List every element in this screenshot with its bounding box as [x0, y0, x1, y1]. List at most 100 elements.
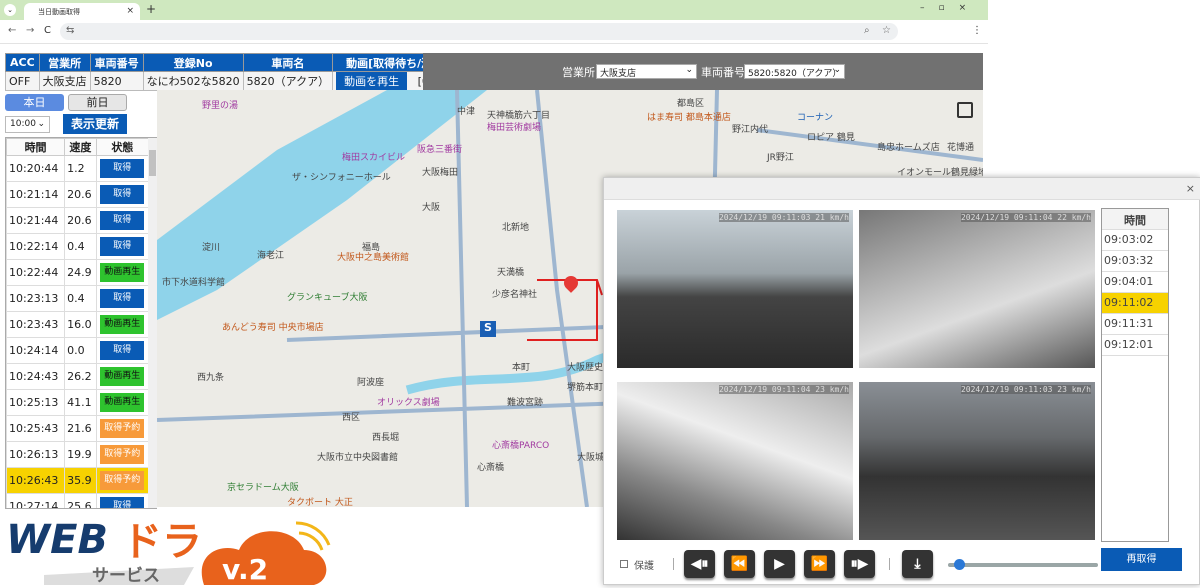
- row-status-cell: 動画再生: [95, 259, 150, 286]
- status-button[interactable]: 取得: [100, 211, 145, 230]
- filter-bar: 営業所 大阪支店 ⌄ 車両番号 5820:5820（アクア） ⌄: [423, 53, 983, 90]
- list-row[interactable]: 10:26:43 35.9 取得予約: [6, 467, 150, 494]
- fast-forward-button[interactable]: ⏩: [804, 550, 835, 578]
- browser-tab[interactable]: 当日動画取得 ×: [24, 3, 140, 20]
- seek-slider[interactable]: [948, 559, 1098, 570]
- site-info-icon[interactable]: ⇆: [66, 25, 74, 36]
- status-button[interactable]: 動画再生: [100, 393, 145, 412]
- new-tab-button[interactable]: +: [146, 2, 156, 16]
- browser-tab-bar: ⌄ 当日動画取得 × + –▫×: [0, 0, 988, 20]
- player-controls: 保護 ◀⏸ ⏪ ▶ ⏩ ⏸▶ ⤓: [618, 550, 1098, 580]
- time-select[interactable]: 10:00 ⌄: [5, 116, 50, 133]
- list-row[interactable]: 10:21:14 20.6 取得: [6, 181, 150, 208]
- prev-frame-button[interactable]: ◀⏸: [684, 550, 715, 578]
- address-bar[interactable]: ⇆ ⌕ ☆: [60, 23, 898, 40]
- row-status-cell: 取得予約: [95, 441, 150, 468]
- video-timestamp: 2024/12/19 09:11:03 21 km/h: [718, 213, 849, 222]
- video-timestamp: 2024/12/19 09:11:04 23 km/h: [718, 385, 849, 394]
- list-row[interactable]: 10:25:43 21.6 取得予約: [6, 415, 150, 442]
- row-speed: 41.1: [64, 389, 97, 416]
- download-button[interactable]: ⤓: [902, 550, 933, 578]
- status-button[interactable]: 取得: [100, 341, 145, 360]
- status-button[interactable]: 動画再生: [100, 315, 145, 334]
- map-label: 西長堀: [372, 433, 400, 443]
- zoom-icon[interactable]: ⌕: [864, 25, 870, 36]
- time-list-item[interactable]: 09:04:01: [1102, 272, 1168, 293]
- time-list-item[interactable]: 09:11:31: [1102, 314, 1168, 335]
- svg-text:ドラ: ドラ: [122, 519, 202, 565]
- bookmark-star-icon[interactable]: ☆: [882, 25, 891, 36]
- svg-text:サービス: サービス: [92, 566, 160, 585]
- map-label: 京セラドーム大阪: [227, 483, 299, 493]
- start-pin-icon[interactable]: S: [480, 321, 496, 337]
- status-button[interactable]: 取得予約: [100, 471, 145, 490]
- time-list-item[interactable]: 09:12:01: [1102, 335, 1168, 356]
- map-label: 都島区: [677, 99, 705, 109]
- row-status-cell: 取得予約: [95, 467, 150, 494]
- menu-icon[interactable]: ⋮: [972, 25, 982, 36]
- office-select[interactable]: 大阪支店 ⌄: [596, 64, 697, 79]
- status-button[interactable]: 取得: [100, 289, 145, 308]
- reload-icon[interactable]: C: [44, 25, 51, 36]
- tab-close-icon[interactable]: ×: [126, 6, 134, 16]
- row-speed: 0.4: [64, 285, 97, 312]
- list-row[interactable]: 10:27:14 25.6 取得: [6, 493, 150, 508]
- tab-search-button[interactable]: ⌄: [4, 4, 16, 16]
- row-status-cell: 取得: [95, 233, 150, 260]
- protect-checkbox[interactable]: [620, 560, 628, 568]
- list-row[interactable]: 10:23:43 16.0 動画再生: [6, 311, 150, 338]
- list-row[interactable]: 10:22:44 24.9 動画再生: [6, 259, 150, 286]
- status-button[interactable]: 動画再生: [100, 367, 145, 386]
- list-row[interactable]: 10:20:44 1.2 取得: [6, 155, 150, 182]
- vehicle-select[interactable]: 5820:5820（アクア） ⌄: [744, 64, 845, 79]
- previous-day-button[interactable]: 前日: [68, 94, 127, 111]
- list-row[interactable]: 10:25:13 41.1 動画再生: [6, 389, 150, 416]
- row-speed: 16.0: [64, 311, 97, 338]
- scrollbar-thumb[interactable]: [149, 150, 156, 176]
- map-label: 心斎橋: [477, 463, 505, 473]
- time-list-item[interactable]: 09:03:32: [1102, 251, 1168, 272]
- col-reg-no: 登録No: [142, 53, 244, 72]
- status-button[interactable]: 取得: [100, 497, 145, 508]
- status-button[interactable]: 取得: [100, 159, 145, 178]
- list-row[interactable]: 10:22:14 0.4 取得: [6, 233, 150, 260]
- row-speed: 20.6: [64, 181, 97, 208]
- time-select-value: 10:00: [10, 119, 36, 129]
- forward-icon[interactable]: →: [26, 25, 34, 36]
- reacquire-button[interactable]: 再取得: [1101, 548, 1182, 571]
- modal-title-bar: ×: [604, 178, 1200, 200]
- status-button[interactable]: 取得予約: [100, 419, 145, 438]
- status-button[interactable]: 取得予約: [100, 445, 145, 464]
- video-front[interactable]: 2024/12/19 09:11:03 21 km/h: [617, 210, 853, 368]
- list-row[interactable]: 10:24:14 0.0 取得: [6, 337, 150, 364]
- time-list-item[interactable]: 09:03:02: [1102, 230, 1168, 251]
- back-icon[interactable]: ←: [8, 25, 16, 36]
- window-controls[interactable]: –▫×: [920, 3, 980, 13]
- video-rear[interactable]: 2024/12/19 09:11:03 23 km/h: [859, 382, 1095, 540]
- time-list-item[interactable]: 09:11:02: [1102, 293, 1168, 314]
- status-button[interactable]: 取得: [100, 237, 145, 256]
- fullscreen-icon[interactable]: [957, 102, 973, 118]
- rewind-button[interactable]: ⏪: [724, 550, 755, 578]
- video-driver[interactable]: 2024/12/19 09:11:04 23 km/h: [617, 382, 853, 540]
- logo-graphic: WEB W ドラ サービス v.2: [6, 517, 331, 586]
- next-frame-button[interactable]: ⏸▶: [844, 550, 875, 578]
- status-button[interactable]: 動画再生: [100, 263, 145, 282]
- list-row[interactable]: 10:26:13 19.9 取得予約: [6, 441, 150, 468]
- list-row[interactable]: 10:21:44 20.6 取得: [6, 207, 150, 234]
- time-list: 時間 09:03:02 09:03:32 09:04:01 09:11:02 09:11:…: [1101, 208, 1169, 542]
- play-button[interactable]: ▶: [764, 550, 795, 578]
- today-button[interactable]: 本日: [5, 94, 64, 111]
- list-row[interactable]: 10:23:13 0.4 取得: [6, 285, 150, 312]
- list-scrollbar[interactable]: [148, 138, 157, 508]
- office-label: 営業所: [562, 66, 595, 79]
- list-row[interactable]: 10:24:43 26.2 動画再生: [6, 363, 150, 390]
- close-icon[interactable]: ×: [1186, 182, 1195, 195]
- reg-no-value: なにわ502な5820: [142, 71, 244, 91]
- play-video-button[interactable]: 動画を再生: [336, 72, 408, 90]
- status-button[interactable]: 取得: [100, 185, 145, 204]
- chevron-down-icon: ⌄: [685, 65, 693, 75]
- video-cabin[interactable]: 2024/12/19 09:11:04 22 km/h: [859, 210, 1095, 368]
- refresh-button[interactable]: 表示更新: [63, 114, 127, 134]
- seek-knob[interactable]: [954, 559, 965, 570]
